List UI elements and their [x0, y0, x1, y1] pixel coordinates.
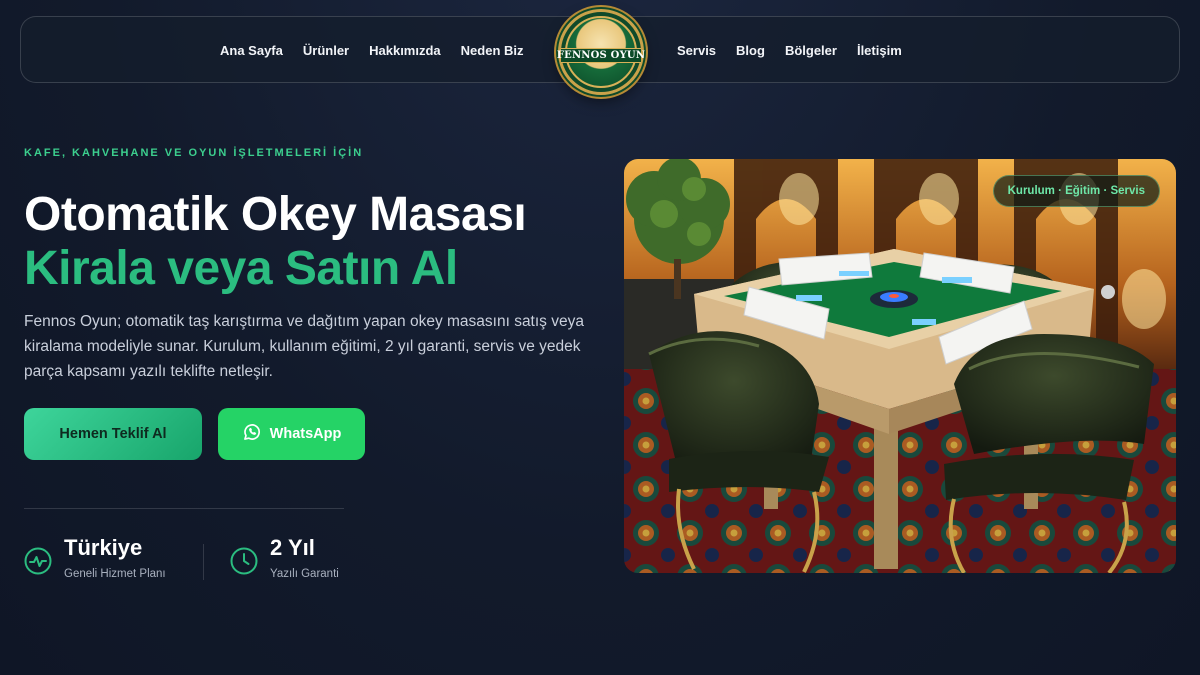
image-badge: Kurulum · Eğitim · Servis	[992, 175, 1160, 207]
stat-warranty-value: 2 Yıl	[270, 535, 315, 560]
hero-title-line2: Kirala veya Satın Al	[24, 242, 458, 295]
get-quote-label: Hemen Teklif Al	[59, 426, 167, 442]
hero-description: Fennos Oyun; otomatik taş karıştırma ve …	[24, 313, 584, 380]
stat-warranty-label: Yazılı Garanti	[270, 568, 339, 580]
whatsapp-label: WhatsApp	[269, 426, 342, 442]
hero-eyebrow: KAFE, KAHVEHANE VE OYUN İŞLETMELERİ İÇİN	[24, 147, 364, 159]
nav-link-home[interactable]: Ana Sayfa	[220, 43, 283, 58]
nav-link-blog[interactable]: Blog	[736, 43, 765, 58]
main-navbar: Ana Sayfa Ürünler Hakkımızda Neden Biz F…	[20, 9, 1180, 95]
logo-emblem: FENNOS OYUN	[557, 16, 645, 88]
okey-table-illustration	[624, 159, 1176, 573]
activity-icon	[24, 547, 52, 575]
nav-link-service[interactable]: Servis	[677, 43, 716, 58]
hero-title: Otomatik Okey Masası Kirala veya Satın A…	[24, 188, 604, 296]
clock-icon	[230, 547, 258, 575]
stat-separator	[203, 544, 204, 580]
stats-divider	[24, 508, 344, 509]
logo-text: FENNOS OYUN	[556, 50, 646, 61]
nav-right-group: Servis Blog Bölgeler İletişim	[677, 17, 902, 84]
get-quote-button[interactable]: Hemen Teklif Al	[24, 408, 202, 460]
brand-logo[interactable]: FENNOS OYUN	[557, 9, 645, 95]
hero-title-line1: Otomatik Okey Masası	[24, 188, 527, 241]
hero-product-image: Kurulum · Eğitim · Servis	[624, 159, 1176, 573]
nav-link-products[interactable]: Ürünler	[303, 43, 349, 58]
stat-coverage-value: Türkiye	[64, 535, 143, 560]
nav-left-group: Ana Sayfa Ürünler Hakkımızda Neden Biz	[220, 17, 524, 84]
nav-link-about[interactable]: Hakkımızda	[369, 43, 441, 58]
nav-link-contact[interactable]: İletişim	[857, 43, 902, 58]
stat-coverage-label: Geneli Hizmet Planı	[64, 568, 166, 580]
nav-link-regions[interactable]: Bölgeler	[785, 43, 837, 58]
whatsapp-icon	[242, 422, 262, 446]
whatsapp-button[interactable]: WhatsApp	[218, 408, 365, 460]
logo-band: FENNOS OYUN	[557, 48, 645, 63]
nav-link-why-us[interactable]: Neden Biz	[461, 43, 524, 58]
